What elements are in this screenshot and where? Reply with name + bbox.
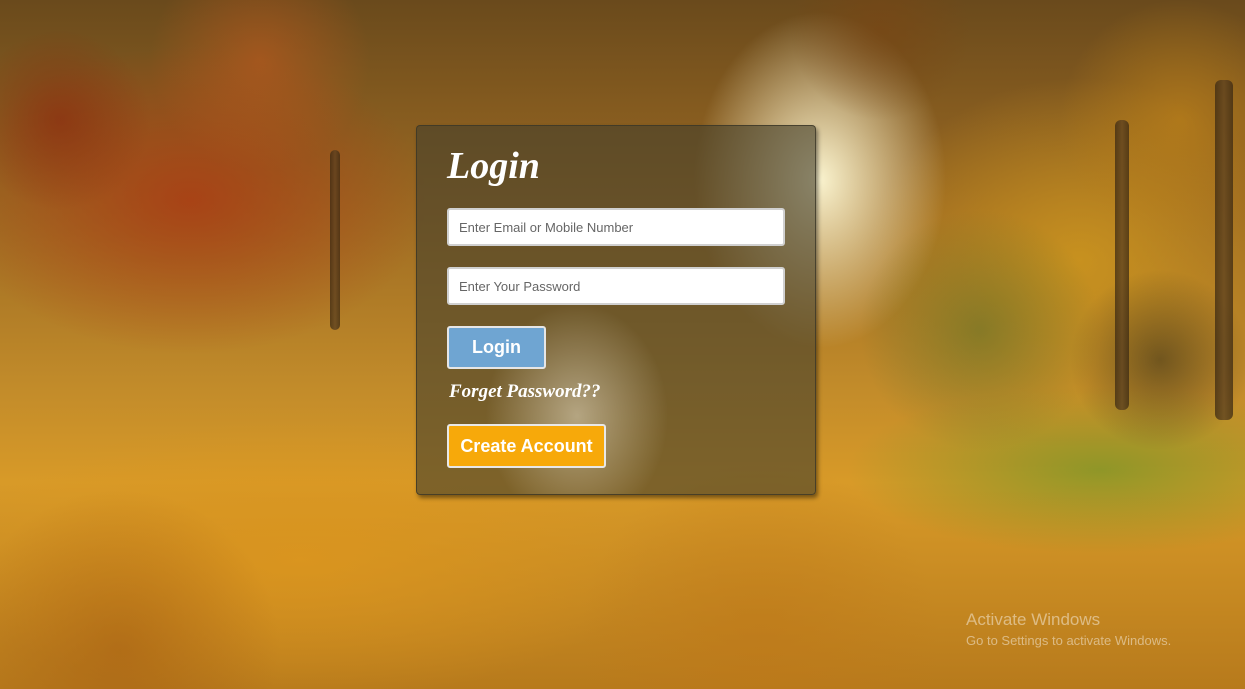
watermark-title: Activate Windows <box>966 610 1101 629</box>
login-panel: Login Login Forget Password?? Create Acc… <box>416 125 816 495</box>
watermark-subtitle: Go to Settings to activate Windows. <box>966 633 1172 648</box>
create-account-button[interactable]: Create Account <box>447 424 606 468</box>
activate-windows-watermark: Activate Windows Go to Settings to activ… <box>966 610 1171 648</box>
tree-trunk <box>1115 120 1129 410</box>
login-title: Login <box>447 145 540 187</box>
email-input[interactable] <box>447 208 785 246</box>
tree-trunk <box>1215 80 1233 420</box>
tree-trunk <box>330 150 340 330</box>
login-button[interactable]: Login <box>447 326 546 369</box>
forget-password-link[interactable]: Forget Password?? <box>449 381 601 403</box>
password-input[interactable] <box>447 267 785 305</box>
